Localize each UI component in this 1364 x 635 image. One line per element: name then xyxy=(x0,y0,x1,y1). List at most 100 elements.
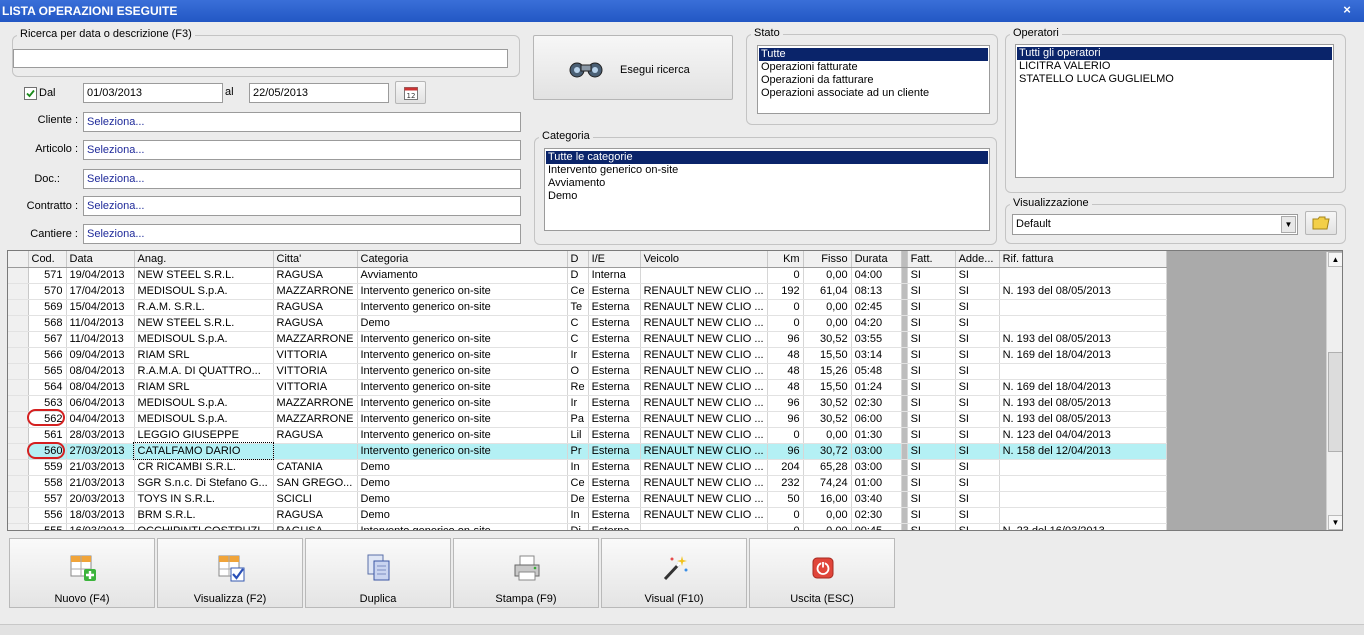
table-row[interactable]: 555 16/03/2013 OCCHIPINTI COSTRUZI... RAGUS… xyxy=(8,523,1167,530)
column-header[interactable]: Cod. xyxy=(28,251,67,268)
table-cell: 567 xyxy=(28,331,67,348)
categoria-listbox[interactable]: Tutte le categorie Intervento generico o… xyxy=(544,148,990,231)
column-header[interactable]: Citta' xyxy=(273,251,358,268)
row-indicator[interactable] xyxy=(8,475,29,492)
table-row[interactable]: 569 15/04/2013 R.A.M. S.R.L. RAGUSA Interven… xyxy=(8,299,1167,316)
table-row[interactable]: 560 27/03/2013 CATALFAMO DARIO Intervento g… xyxy=(8,442,1167,460)
row-indicator[interactable] xyxy=(8,363,29,380)
column-header[interactable]: Durata xyxy=(851,251,902,268)
folder-button[interactable] xyxy=(1305,211,1337,235)
date-from-input[interactable]: 01/03/2013 xyxy=(83,83,223,103)
table-cell: RENAULT NEW CLIO ... xyxy=(640,507,768,524)
row-indicator[interactable] xyxy=(8,395,29,412)
column-header[interactable]: Anag. xyxy=(134,251,274,268)
table-row[interactable]: 562 04/04/2013 MEDISOUL S.p.A. MAZZARRONE In… xyxy=(8,411,1167,428)
scroll-down-icon[interactable]: ▼ xyxy=(1328,515,1342,530)
operatore-item[interactable]: LICITRA VALERIO xyxy=(1017,60,1332,73)
row-indicator[interactable] xyxy=(8,427,29,444)
column-header[interactable]: Fatt. xyxy=(907,251,956,268)
uscita-button[interactable]: Uscita (ESC) xyxy=(749,538,895,608)
esegui-ricerca-button[interactable]: Esegui ricerca xyxy=(533,35,733,100)
column-header[interactable]: Veicolo xyxy=(640,251,768,268)
column-header[interactable]: Adde... xyxy=(955,251,1000,268)
row-indicator[interactable] xyxy=(8,443,29,460)
column-header[interactable]: Km xyxy=(767,251,804,268)
articolo-input[interactable]: Seleziona... xyxy=(83,140,521,160)
date-to-input[interactable]: 22/05/2013 xyxy=(249,83,389,103)
table-cell: SI xyxy=(907,395,956,412)
dal-checkbox[interactable] xyxy=(24,87,37,100)
date-to-label: al xyxy=(225,86,234,98)
row-indicator[interactable] xyxy=(8,379,29,396)
column-header[interactable]: Data xyxy=(66,251,135,268)
table-row[interactable]: 571 19/04/2013 NEW STEEL S.R.L. RAGUSA Avvia… xyxy=(8,267,1167,284)
table-cell: SI xyxy=(907,507,956,524)
search-input[interactable] xyxy=(13,49,508,68)
operatori-listbox[interactable]: Tutti gli operatori LICITRA VALERIO STAT… xyxy=(1015,44,1334,178)
stato-item[interactable]: Tutte xyxy=(759,48,988,61)
nuovo-button[interactable]: Nuovo (F4) xyxy=(9,538,155,608)
stato-item[interactable]: Operazioni da fatturare xyxy=(759,74,988,87)
column-header[interactable]: Categoria xyxy=(357,251,568,268)
operatore-item[interactable]: Tutti gli operatori xyxy=(1017,47,1332,60)
categoria-item[interactable]: Avviamento xyxy=(546,177,988,190)
visualizzazione-select[interactable]: Default ▼ xyxy=(1012,214,1298,235)
row-indicator[interactable] xyxy=(8,507,29,524)
stato-listbox[interactable]: Tutte Operazioni fatturate Operazioni da… xyxy=(757,45,990,114)
row-indicator[interactable] xyxy=(8,459,29,476)
grid-scrollbar[interactable]: ▲ ▼ xyxy=(1326,252,1342,530)
close-icon[interactable]: × xyxy=(1340,3,1354,17)
column-header[interactable]: Rif. fattura xyxy=(999,251,1167,268)
table-row[interactable]: 567 11/04/2013 MEDISOUL S.p.A. MAZZARRONE In… xyxy=(8,331,1167,348)
table-cell: Di xyxy=(567,523,589,530)
categoria-item[interactable]: Demo xyxy=(546,190,988,203)
esegui-ricerca-label: Esegui ricerca xyxy=(620,64,690,76)
table-row[interactable]: 568 11/04/2013 NEW STEEL S.R.L. RAGUSA Demo C… xyxy=(8,315,1167,332)
contratto-input[interactable]: Seleziona... xyxy=(83,196,521,216)
table-row[interactable]: 564 08/04/2013 RIAM SRL VITTORIA Intervento … xyxy=(8,379,1167,396)
row-indicator[interactable] xyxy=(8,331,29,348)
table-cell: Intervento generico on-site xyxy=(357,523,568,530)
table-cell: RIAM SRL xyxy=(134,379,274,396)
categoria-item[interactable]: Tutte le categorie xyxy=(546,151,988,164)
row-indicator[interactable] xyxy=(8,347,29,364)
row-indicator[interactable] xyxy=(8,267,29,284)
stato-item[interactable]: Operazioni fatturate xyxy=(759,61,988,74)
table-row[interactable]: 563 06/04/2013 MEDISOUL S.p.A. MAZZARRONE In… xyxy=(8,395,1167,412)
table-cell xyxy=(999,315,1167,332)
row-indicator[interactable] xyxy=(8,299,29,316)
table-row[interactable]: 559 21/03/2013 CR RICAMBI S.R.L. CATANIA Dem… xyxy=(8,459,1167,476)
cantiere-input[interactable]: Seleziona... xyxy=(83,224,521,244)
row-indicator[interactable] xyxy=(8,491,29,508)
stampa-button[interactable]: Stampa (F9) xyxy=(453,538,599,608)
table-row[interactable]: 566 09/04/2013 RIAM SRL VITTORIA Intervento … xyxy=(8,347,1167,364)
chevron-down-icon[interactable]: ▼ xyxy=(1281,216,1296,233)
scroll-up-icon[interactable]: ▲ xyxy=(1328,252,1342,267)
table-row[interactable]: 565 08/04/2013 R.A.M.A. DI QUATTRO... VITTO… xyxy=(8,363,1167,380)
table-row[interactable]: 561 28/03/2013 LEGGIO GIUSEPPE RAGUSA Interv… xyxy=(8,427,1167,444)
column-header[interactable]: I/E xyxy=(588,251,641,268)
table-row[interactable]: 556 18/03/2013 BRM S.R.L. RAGUSA Demo In Ester… xyxy=(8,507,1167,524)
row-indicator[interactable] xyxy=(8,523,29,530)
row-indicator[interactable] xyxy=(8,315,29,332)
column-header[interactable]: Fisso xyxy=(803,251,852,268)
scroll-thumb[interactable] xyxy=(1328,352,1342,452)
visualizza-button[interactable]: Visualizza (F2) xyxy=(157,538,303,608)
table-cell: Demo xyxy=(357,315,568,332)
cliente-input[interactable]: Seleziona... xyxy=(83,112,521,132)
calendar-button[interactable]: 12 xyxy=(395,81,426,104)
table-row[interactable]: 558 21/03/2013 SGR S.n.c. Di Stefano G... S… xyxy=(8,475,1167,492)
column-header[interactable]: D xyxy=(567,251,589,268)
table-cell: SCICLI xyxy=(273,491,358,508)
operatore-item[interactable]: STATELLO LUCA GUGLIELMO xyxy=(1017,73,1332,86)
table-row[interactable]: 570 17/04/2013 MEDISOUL S.p.A. MAZZARRONE In… xyxy=(8,283,1167,300)
table-cell: Esterna xyxy=(588,411,641,428)
table-row[interactable]: 557 20/03/2013 TOYS IN S.R.L. SCICLI Demo De E… xyxy=(8,491,1167,508)
duplica-button[interactable]: Duplica xyxy=(305,538,451,608)
categoria-item[interactable]: Intervento generico on-site xyxy=(546,164,988,177)
doc-input[interactable]: Seleziona... xyxy=(83,169,521,189)
row-indicator[interactable] xyxy=(8,283,29,300)
visual-button[interactable]: Visual (F10) xyxy=(601,538,747,608)
row-indicator[interactable] xyxy=(8,411,29,428)
stato-item[interactable]: Operazioni associate ad un cliente xyxy=(759,87,988,100)
